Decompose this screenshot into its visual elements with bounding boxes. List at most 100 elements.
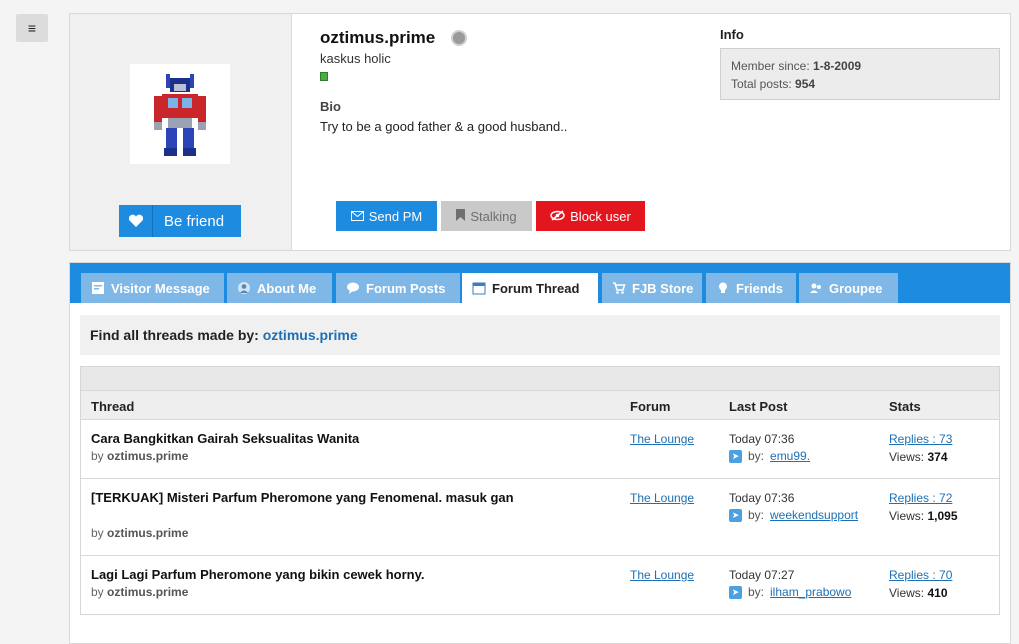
tab-bar: Visitor Message About Me Forum Posts For… bbox=[70, 263, 1010, 303]
table-row: [TERKUAK] Misteri Parfum Pheromone yang … bbox=[81, 479, 999, 556]
header-thread: Thread bbox=[91, 399, 135, 414]
views-value: 410 bbox=[927, 586, 948, 600]
last-post-user-link[interactable]: emu99. bbox=[770, 449, 810, 463]
thread-author: by oztimus.prime bbox=[91, 449, 188, 463]
replies-link[interactable]: Replies : 72 bbox=[889, 491, 952, 505]
menu-button[interactable]: ≡ bbox=[16, 14, 48, 42]
total-posts-value: 954 bbox=[795, 77, 816, 91]
calendar-icon bbox=[472, 281, 486, 295]
views-label: Views: bbox=[889, 450, 925, 464]
bio-text: Try to be a good father & a good husband… bbox=[320, 119, 568, 134]
stalking-button[interactable]: Stalking bbox=[441, 201, 532, 231]
last-post-by: ➤ by: ilham_prabowo bbox=[729, 585, 851, 599]
by-label: by bbox=[91, 449, 104, 463]
views-count: Views: 1,095 bbox=[889, 509, 958, 523]
heart-icon bbox=[119, 205, 153, 237]
last-post-by-label: by: bbox=[748, 508, 765, 522]
tab-about-me[interactable]: About Me bbox=[227, 273, 332, 303]
table-header: Thread Forum Last Post Stats bbox=[81, 390, 999, 420]
profile-tabs-panel: Visitor Message About Me Forum Posts For… bbox=[69, 262, 1011, 644]
views-count: Views: 374 bbox=[889, 450, 948, 464]
tab-visitor-message[interactable]: Visitor Message bbox=[81, 273, 224, 303]
block-user-label: Block user bbox=[570, 208, 631, 224]
go-to-post-icon[interactable]: ➤ bbox=[729, 508, 742, 522]
user-rank: kaskus holic bbox=[320, 51, 391, 66]
avatar-column: Be friend bbox=[70, 14, 292, 250]
tab-label: Forum Posts bbox=[366, 280, 446, 296]
last-post-by: ➤ by: weekendsupport bbox=[729, 508, 858, 522]
bio-label: Bio bbox=[320, 99, 341, 114]
avatar bbox=[130, 64, 230, 164]
go-to-post-icon[interactable]: ➤ bbox=[729, 585, 742, 599]
thread-author: by oztimus.prime bbox=[91, 526, 188, 540]
replies-link[interactable]: Replies : 73 bbox=[889, 432, 952, 446]
views-label: Views: bbox=[889, 586, 925, 600]
views-value: 374 bbox=[927, 450, 948, 464]
header-forum: Forum bbox=[630, 399, 671, 414]
tab-groupee[interactable]: Groupee bbox=[799, 273, 898, 303]
find-user-link[interactable]: oztimus.prime bbox=[263, 327, 358, 343]
last-post-time: Today 07:36 bbox=[729, 491, 795, 505]
thread-title-link[interactable]: Cara Bangkitkan Gairah Seksualitas Wanit… bbox=[91, 430, 551, 448]
replies-link[interactable]: Replies : 70 bbox=[889, 568, 952, 582]
tab-friends[interactable]: Friends bbox=[706, 273, 796, 303]
header-last-post: Last Post bbox=[729, 399, 788, 414]
tab-label: About Me bbox=[257, 280, 317, 296]
group-icon bbox=[809, 281, 823, 295]
profile-card: Be friend oztimus.prime kaskus holic Bio… bbox=[69, 13, 1011, 251]
author-name[interactable]: oztimus.prime bbox=[107, 585, 188, 599]
offline-status-icon bbox=[451, 30, 467, 46]
profile-actions: Send PM Stalking Block user bbox=[336, 201, 645, 231]
header-stats: Stats bbox=[889, 399, 921, 414]
chat-icon bbox=[346, 281, 360, 295]
block-user-button[interactable]: Block user bbox=[536, 201, 645, 231]
tab-label: Forum Thread bbox=[492, 280, 580, 296]
last-post-user-link[interactable]: ilham_prabowo bbox=[770, 585, 851, 599]
send-pm-button[interactable]: Send PM bbox=[336, 201, 437, 231]
bookmark-icon bbox=[456, 208, 466, 224]
user-icon bbox=[237, 281, 251, 295]
thread-title-link[interactable]: [TERKUAK] Misteri Parfum Pheromone yang … bbox=[91, 489, 551, 507]
forum-link[interactable]: The Lounge bbox=[630, 568, 694, 582]
author-name[interactable]: oztimus.prime bbox=[107, 526, 188, 540]
forum-link[interactable]: The Lounge bbox=[630, 432, 694, 446]
tab-label: Visitor Message bbox=[111, 280, 210, 296]
last-post-by: ➤ by: emu99. bbox=[729, 449, 810, 463]
author-name[interactable]: oztimus.prime bbox=[107, 449, 188, 463]
forum-link[interactable]: The Lounge bbox=[630, 491, 694, 505]
last-post-time: Today 07:27 bbox=[729, 568, 795, 582]
member-since-value: 1-8-2009 bbox=[813, 59, 862, 73]
total-posts-label: Total posts: bbox=[731, 77, 792, 91]
last-post-time: Today 07:36 bbox=[729, 432, 795, 446]
hamburger-icon: ≡ bbox=[27, 20, 37, 36]
tab-label: FJB Store bbox=[632, 280, 694, 296]
message-icon bbox=[91, 281, 105, 295]
go-to-post-icon[interactable]: ➤ bbox=[729, 449, 742, 463]
be-friend-label: Be friend bbox=[164, 212, 225, 230]
by-label: by bbox=[91, 585, 104, 599]
username: oztimus.prime bbox=[320, 28, 436, 47]
table-row: Cara Bangkitkan Gairah Seksualitas Wanit… bbox=[81, 420, 999, 479]
thread-title-link[interactable]: Lagi Lagi Parfum Pheromone yang bikin ce… bbox=[91, 566, 551, 584]
last-post-by-label: by: bbox=[748, 585, 765, 599]
tab-fjb-store[interactable]: FJB Store bbox=[602, 273, 702, 303]
send-pm-label: Send PM bbox=[368, 208, 423, 224]
find-label: Find all threads made by: bbox=[90, 327, 259, 343]
last-post-user-link[interactable]: weekendsupport bbox=[770, 508, 858, 522]
be-friend-button[interactable]: Be friend bbox=[119, 205, 241, 237]
tab-forum-thread[interactable]: Forum Thread bbox=[462, 273, 598, 303]
by-label: by bbox=[91, 526, 104, 540]
eye-slash-icon bbox=[550, 209, 565, 224]
last-post-by-label: by: bbox=[748, 449, 765, 463]
find-threads-banner: Find all threads made by: oztimus.prime bbox=[80, 315, 1000, 355]
thread-author: by oztimus.prime bbox=[91, 585, 188, 599]
views-count: Views: 410 bbox=[889, 586, 948, 600]
tab-forum-posts[interactable]: Forum Posts bbox=[336, 273, 460, 303]
threads-table: Thread Forum Last Post Stats Cara Bangki… bbox=[80, 366, 1000, 615]
table-top-bar bbox=[81, 367, 999, 390]
member-since-label: Member since: bbox=[731, 59, 810, 73]
tab-label: Friends bbox=[736, 280, 783, 296]
tab-label: Groupee bbox=[829, 280, 883, 296]
bulb-icon bbox=[716, 281, 730, 295]
views-value: 1,095 bbox=[927, 509, 958, 523]
